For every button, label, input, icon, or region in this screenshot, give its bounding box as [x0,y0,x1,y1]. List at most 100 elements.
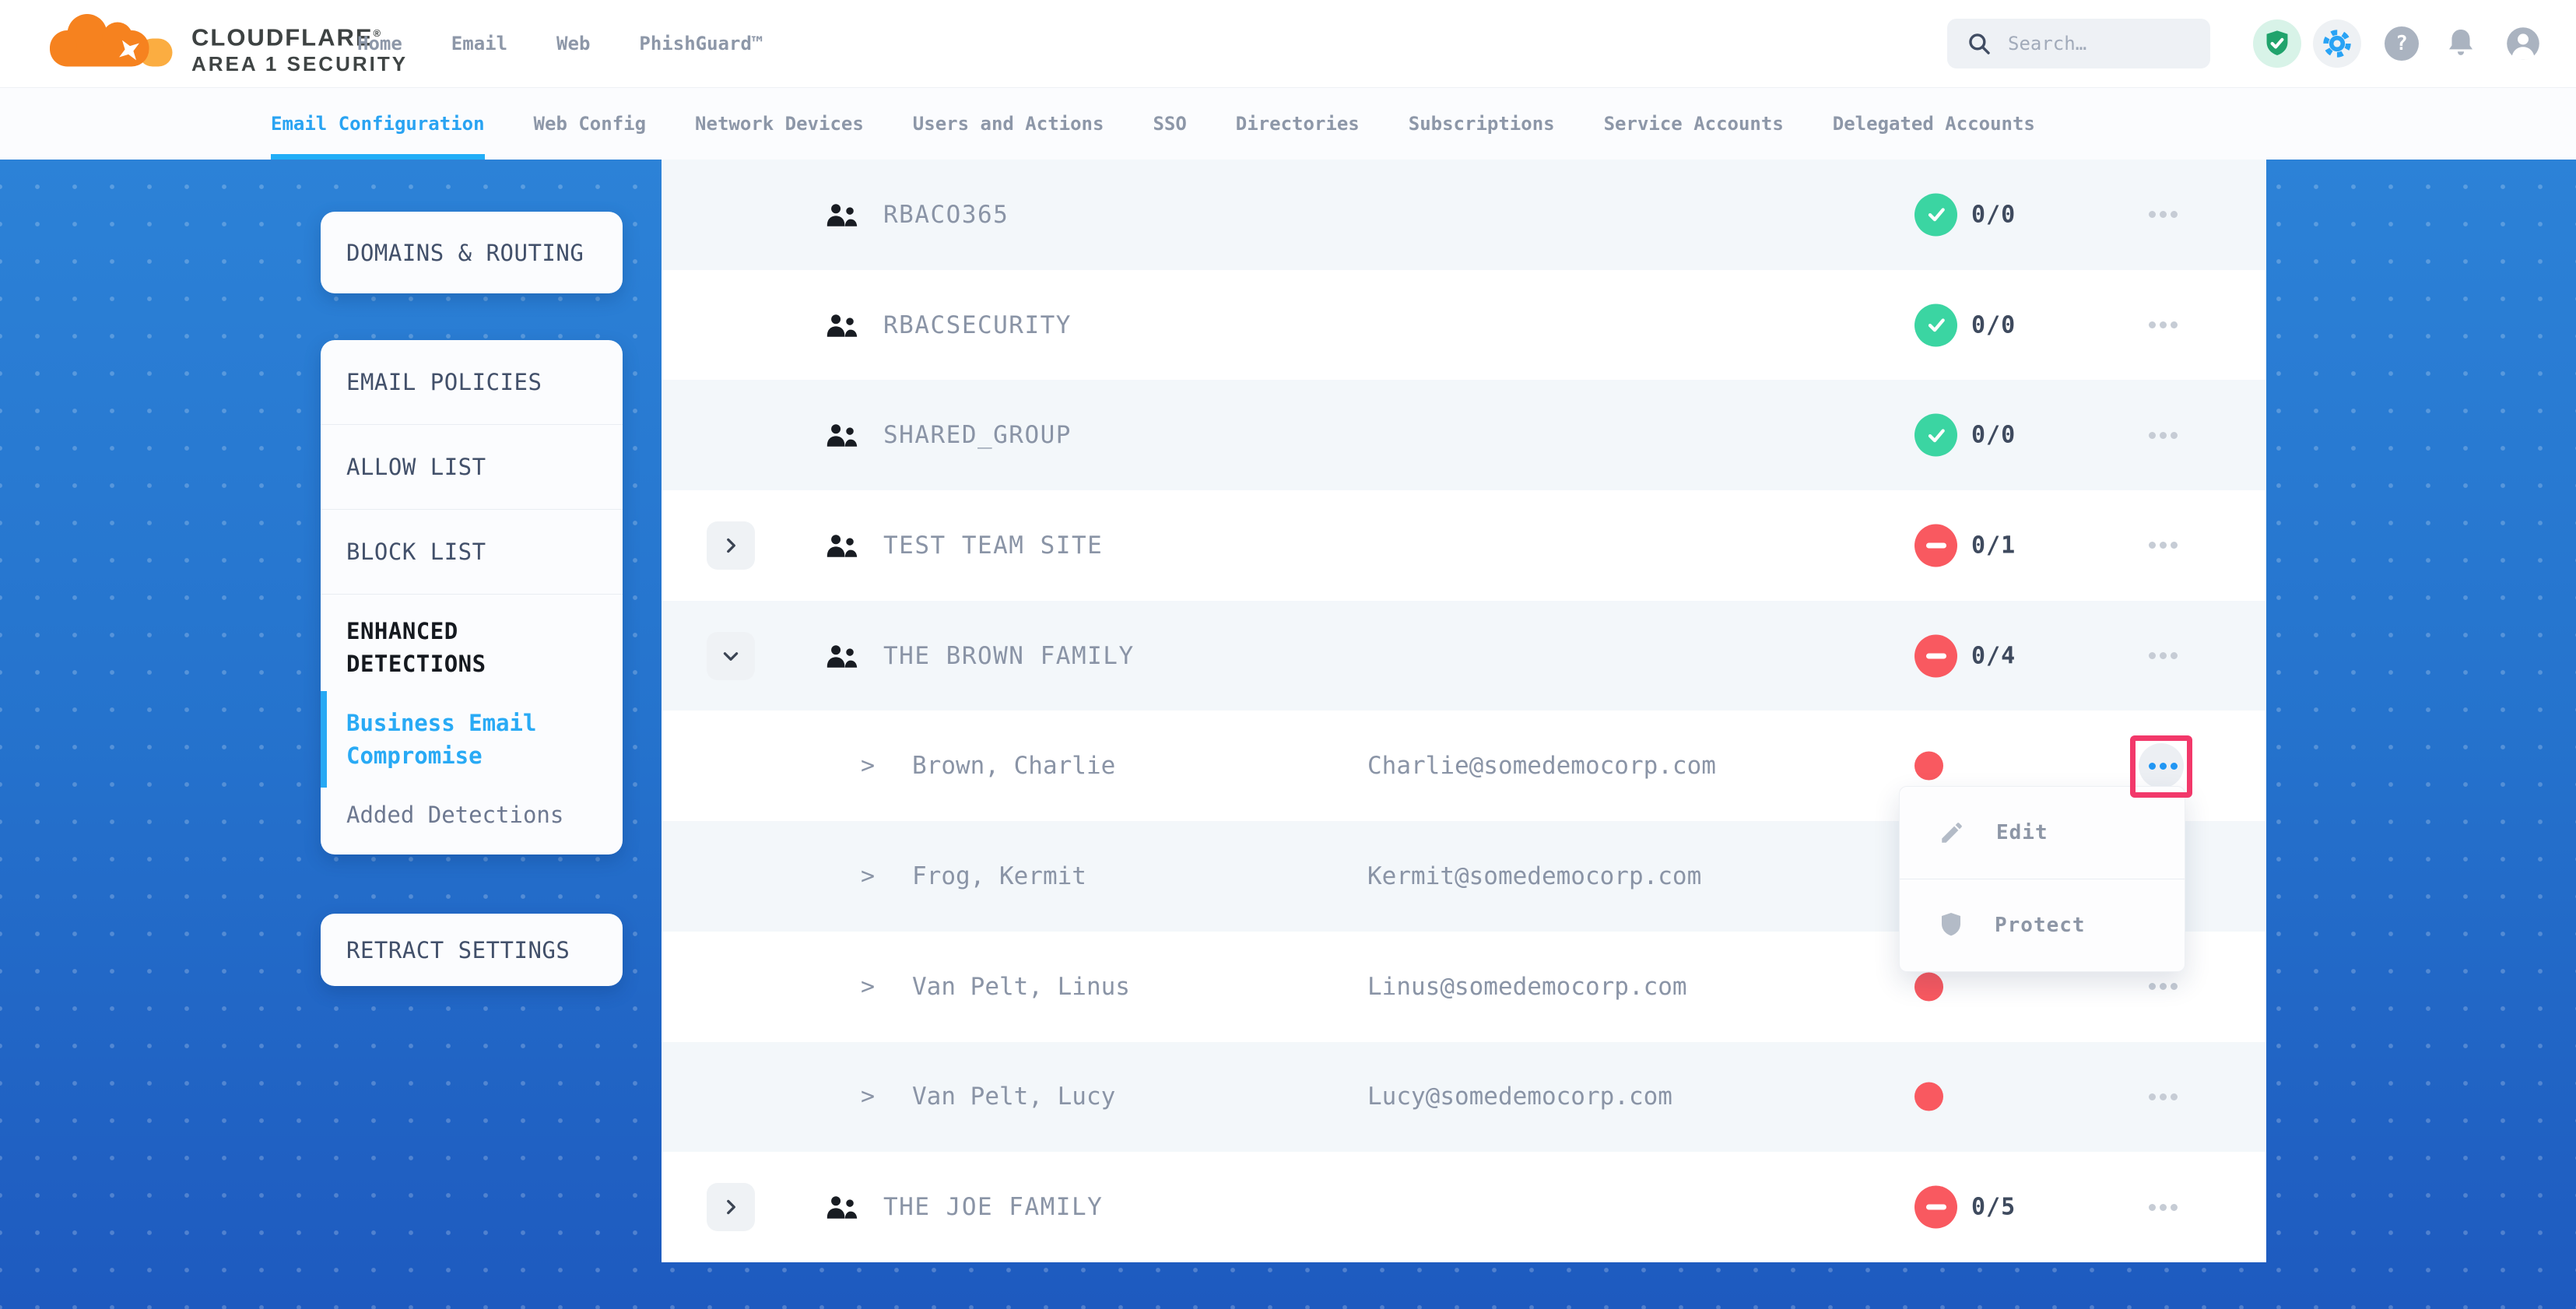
sidebar-item-allow-list[interactable]: ALLOW LIST [321,424,623,509]
minus-icon [1926,653,1946,658]
gear-icon [2313,19,2361,68]
search-input[interactable] [2006,32,2188,55]
people-icon [825,311,859,339]
sidebar-section-enhanced-detections: ENHANCED DETECTIONS [321,594,623,680]
tab-email-configuration[interactable]: Email Configuration [271,87,485,160]
menu-item-protect[interactable]: Protect [1900,879,2185,971]
table-row[interactable]: RBACO365 0/0 [662,160,2266,270]
status-unprotected-dot [1914,972,1943,1001]
search-box[interactable] [1947,19,2210,68]
protection-count: 0/0 [1971,201,2016,228]
pencil-icon [1939,819,1965,846]
menu-item-label: Protect [1995,914,2086,937]
tab-network-devices[interactable]: Network Devices [695,87,864,160]
people-icon [825,532,859,560]
expand-toggle-button[interactable] [707,632,755,680]
search-icon [1966,30,1992,57]
row-actions-button[interactable] [2139,523,2184,568]
group-name: THE BROWN FAMILY [883,642,1135,670]
tab-web-config[interactable]: Web Config [534,87,647,160]
cloudflare-logo[interactable]: CLOUDFLARE® AREA 1 SECURITY [40,6,408,78]
tab-subscriptions[interactable]: Subscriptions [1409,87,1555,160]
config-tabs-bar: Email Configuration Web Config Network Dev… [0,87,2576,160]
people-icon [825,642,859,670]
protection-status-button[interactable] [2253,0,2301,87]
member-email: Charlie@somedemocorp.com [1367,752,1716,780]
member-table: RBACO3650/0RBACSECURITY0/0SHARED_GROUP0/… [662,160,2266,1262]
status-unprotected-dot [1914,752,1943,781]
table-row[interactable]: THE JOE FAMILY 0/5 [662,1152,2266,1262]
nav-item-phishguard[interactable]: PhishGuard™ [639,33,763,54]
chevron-right-icon [721,1197,741,1217]
sidebar-item-retract-settings[interactable]: RETRACT SETTINGS [321,914,623,986]
expand-toggle-button[interactable] [707,1183,755,1231]
protection-count: 0/0 [1971,311,2016,339]
table-row[interactable]: > Van Pelt, Lucy Lucy@somedemocorp.com [662,1042,2266,1153]
status-protected-badge [1914,193,1957,236]
member-email: Kermit@somedemocorp.com [1367,862,1701,890]
header-nav: Home Email Web PhishGuard™ [357,0,763,87]
tab-sso[interactable]: SSO [1153,87,1186,160]
row-actions-button[interactable] [2139,192,2184,237]
tab-users-and-actions[interactable]: Users and Actions [913,87,1104,160]
row-actions-button[interactable] [2139,1184,2184,1230]
sidebar-item-domains-routing[interactable]: DOMAINS & ROUTING [321,212,623,293]
member-caret-icon: > [861,862,875,890]
protection-count: 0/5 [1971,1194,2016,1221]
help-button[interactable]: ? [2385,0,2419,87]
cloudflare-cloud-icon [40,6,181,78]
row-actions-button[interactable] [2139,633,2184,679]
account-button[interactable] [2504,0,2542,87]
group-name: THE JOE FAMILY [883,1193,1103,1221]
bell-icon [2444,26,2478,61]
top-header: CLOUDFLARE® AREA 1 SECURITY Home Email Web… [0,0,2576,88]
sidebar-item-email-policies[interactable]: EMAIL POLICIES [321,340,623,424]
row-actions-button[interactable] [2139,412,2184,458]
tab-service-accounts[interactable]: Service Accounts [1604,87,1784,160]
status-protected-badge [1914,304,1957,346]
nav-item-web[interactable]: Web [556,33,590,54]
table-row[interactable]: TEST TEAM SITE0/1 [662,490,2266,601]
member-name: Van Pelt, Lucy [912,1083,1115,1111]
nav-item-email[interactable]: Email [451,33,507,54]
chevron-down-icon [721,646,741,666]
minus-icon [1926,1205,1946,1210]
member-caret-icon: > [861,1083,875,1111]
table-row[interactable]: SHARED_GROUP0/0 [662,380,2266,490]
help-icon: ? [2385,26,2419,61]
settings-button[interactable] [2313,0,2361,87]
notifications-button[interactable] [2444,0,2478,87]
menu-item-label: Edit [1996,821,2048,844]
shield-icon [1939,911,1964,939]
member-name: Frog, Kermit [912,862,1086,890]
protection-count: 0/0 [1971,422,2016,449]
tab-delegated-accounts[interactable]: Delegated Accounts [1833,87,2035,160]
people-icon [825,421,859,449]
row-actions-button[interactable] [2139,1074,2184,1119]
chevron-right-icon [721,535,741,556]
table-row[interactable]: THE BROWN FAMILY0/4 [662,601,2266,711]
people-icon [825,201,859,229]
sidebar-item-added-detections[interactable]: Added Detections [321,798,623,831]
nav-item-home[interactable]: Home [357,33,402,54]
member-email: Linus@somedemocorp.com [1367,973,1687,1001]
group-name: TEST TEAM SITE [883,532,1103,560]
table-row[interactable]: RBACSECURITY0/0 [662,270,2266,381]
member-name: Van Pelt, Linus [912,973,1130,1001]
policies-list: EMAIL POLICIESALLOW LISTBLOCK LIST [321,340,623,594]
member-caret-icon: > [861,973,875,1000]
expand-toggle-button[interactable] [707,521,755,570]
member-name: Brown, Charlie [912,752,1115,780]
area1-security-app: { "brand": {"name": "CLOUDFLARE", "mark"… [0,0,2576,1309]
status-unprotected-dot [1914,1083,1943,1111]
table-rows: RBACO3650/0RBACSECURITY0/0SHARED_GROUP0/… [662,160,2266,1262]
tab-directories[interactable]: Directories [1236,87,1360,160]
menu-item-edit[interactable]: Edit [1900,787,2185,879]
member-email: Lucy@somedemocorp.com [1367,1083,1672,1111]
row-actions-button[interactable] [2139,303,2184,348]
sidebar-item-block-list[interactable]: BLOCK LIST [321,509,623,594]
sidebar-item-label: DOMAINS & ROUTING [346,240,584,266]
group-name: RBACO365 [883,201,1009,229]
sidebar-item-label: RETRACT SETTINGS [346,937,570,963]
sidebar-item-business-email-compromise[interactable]: Business Email Compromise [321,691,623,788]
